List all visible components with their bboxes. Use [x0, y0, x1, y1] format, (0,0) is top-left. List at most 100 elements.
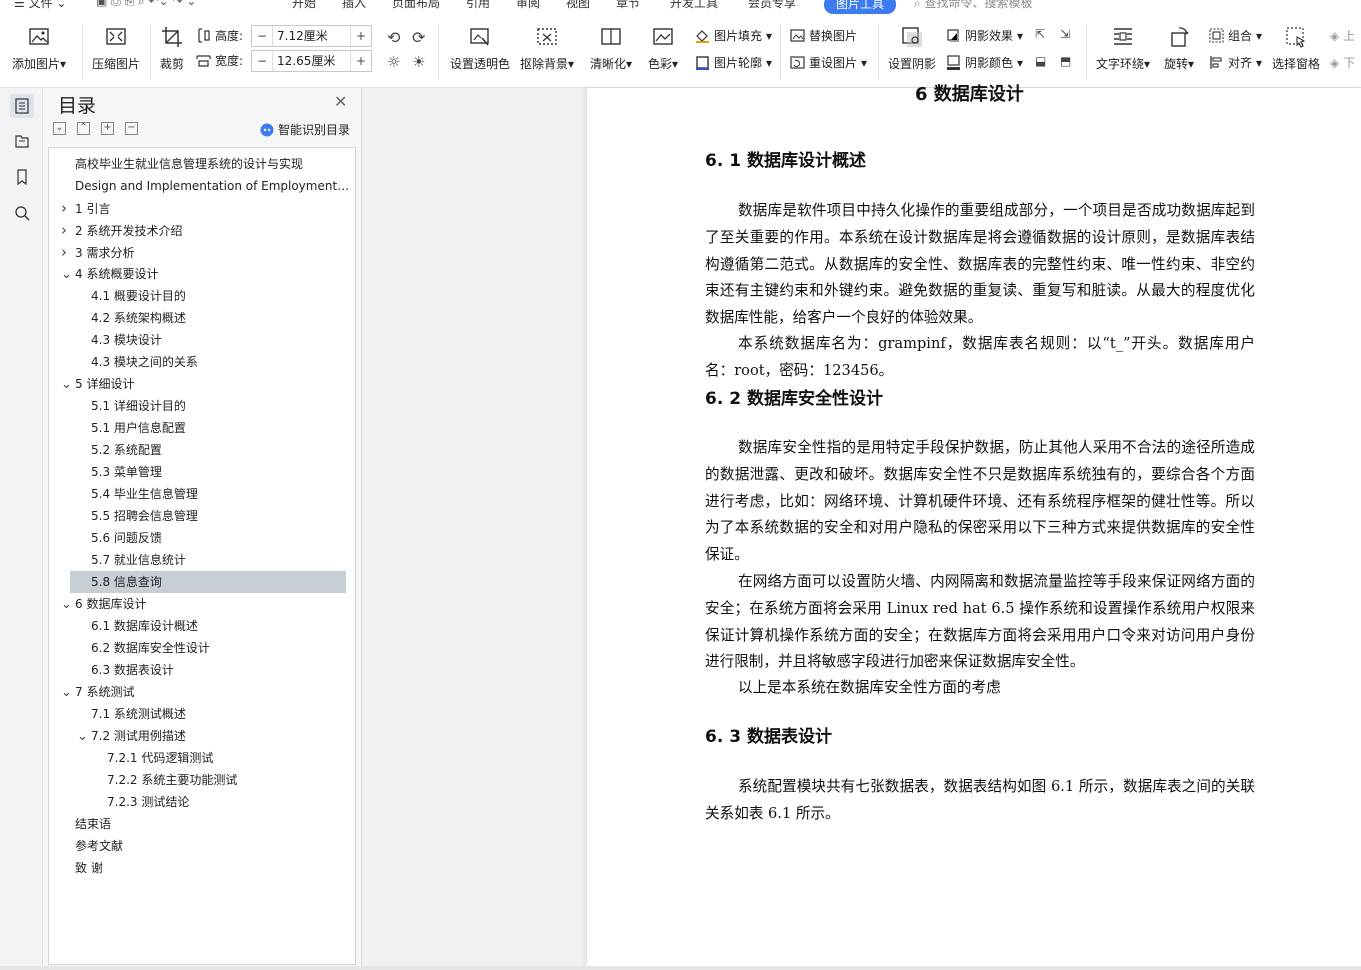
tab-references[interactable]: 引用 [466, 0, 490, 11]
toc-item[interactable]: 5.5 招聘会信息管理 [49, 505, 355, 527]
shadow-right-icon[interactable]: ⬒ [1060, 54, 1071, 68]
quick-access-icons[interactable]: ▣ ⎙ ⎘ ⌕ ↶⌄ ↷ ⌄ [96, 0, 196, 9]
toc-item[interactable]: 5.4 毕业生信息管理 [49, 483, 355, 505]
toc-item[interactable]: › 3 需求分析 [49, 241, 355, 263]
toc-item[interactable]: ⌄ 4 系统概要设计 [49, 263, 355, 285]
toc-item[interactable]: ⌄ 7.2 测试用例描述 [49, 725, 355, 747]
crop-button[interactable]: 裁剪 [160, 25, 184, 72]
selection-pane-button[interactable]: 选择窗格 [1272, 25, 1320, 72]
toc-item[interactable]: 5.1 详细设计目的 [49, 395, 355, 417]
shadow-left-icon[interactable]: ⬓ [1035, 54, 1046, 68]
tab-home[interactable]: 开始 [292, 0, 316, 11]
width-decrease-button[interactable]: − [252, 54, 272, 68]
height-decrease-button[interactable]: − [252, 29, 272, 43]
toc-item[interactable]: 5.7 就业信息统计 [49, 549, 355, 571]
chapter-nav-icon[interactable] [10, 129, 34, 153]
align-button[interactable]: 对齐 ▾ [1209, 54, 1262, 71]
chevron-down-icon[interactable]: ⌄ [61, 682, 75, 703]
group-button[interactable]: 组合 ▾ [1209, 27, 1262, 44]
rotate-button[interactable]: 旋转▾ [1164, 25, 1194, 72]
height-increase-button[interactable]: + [351, 29, 371, 43]
toc-item[interactable]: 5.6 问题反馈 [49, 527, 355, 549]
tab-chapter[interactable]: 章节 [616, 0, 640, 11]
width-value[interactable]: 12.65厘米 [272, 51, 351, 71]
reset-picture-button[interactable]: 重设图片 ▾ [790, 54, 867, 71]
rotate-left-icon[interactable]: ⟲ [387, 28, 400, 47]
bookmark-icon[interactable] [10, 165, 34, 189]
toc-item[interactable]: 6.3 数据表设计 [49, 659, 355, 681]
toc-item[interactable]: 高校毕业生就业信息管理系统的设计与实现 [49, 153, 355, 175]
tab-review[interactable]: 审阅 [516, 0, 540, 11]
chevron-right-icon[interactable]: › [61, 219, 75, 241]
toc-item[interactable]: 7.2.1 代码逻辑测试 [49, 747, 355, 769]
shadow-color-button[interactable]: 阴影颜色 ▾ [946, 54, 1023, 71]
search-icon[interactable] [10, 201, 34, 225]
toc-item[interactable]: ⌄ 7 系统测试 [49, 681, 355, 703]
tab-view[interactable]: 视图 [566, 0, 590, 11]
toc-item[interactable]: Design and Implementation of Employment… [49, 175, 355, 197]
toc-item[interactable]: ⌄ 5 详细设计 [49, 373, 355, 395]
width-increase-button[interactable]: + [351, 54, 371, 68]
set-transparent-button[interactable]: 设置透明色 [450, 25, 510, 72]
chevron-down-icon[interactable]: ⌄ [77, 726, 91, 747]
smart-toc-button[interactable]: 智能识别目录 [260, 121, 350, 138]
bring-forward-button[interactable]: ◈ 上 [1330, 27, 1355, 44]
picture-outline-button[interactable]: 图片轮廓 ▾ [695, 54, 772, 71]
shadow-up-icon[interactable]: ⇱ [1035, 27, 1045, 41]
toc-item[interactable]: 参考文献 [49, 835, 355, 857]
toc-item[interactable]: 5.3 菜单管理 [49, 461, 355, 483]
toc-item[interactable]: › 2 系统开发技术介绍 [49, 219, 355, 241]
tab-developer[interactable]: 开发工具 [670, 0, 718, 11]
toc-item[interactable]: 5.1 用户信息配置 [49, 417, 355, 439]
expand-up-icon[interactable]: ⌃ [77, 122, 90, 135]
close-icon[interactable]: ✕ [334, 92, 347, 111]
toc-item[interactable]: › 1 引言 [49, 197, 355, 219]
toc-item[interactable]: 4.2 系统架构概述 [49, 307, 355, 329]
sharpen-button[interactable]: 清晰化▾ [590, 25, 632, 72]
brightness-up-icon[interactable]: ☀ [412, 53, 425, 71]
picture-fill-button[interactable]: 图片填充 ▾ [695, 27, 772, 44]
tab-member[interactable]: 会员专享 [748, 0, 796, 11]
toc-item[interactable]: 4.3 模块设计 [49, 329, 355, 351]
shadow-down-icon[interactable]: ⇲ [1060, 27, 1070, 41]
toc-item[interactable]: 6.2 数据库安全性设计 [49, 637, 355, 659]
chevron-down-icon[interactable]: ⌄ [61, 374, 75, 395]
tab-insert[interactable]: 插入 [342, 0, 366, 11]
toc-item[interactable]: 5.2 系统配置 [49, 439, 355, 461]
shadow-effect-button[interactable]: 阴影效果 ▾ [946, 27, 1023, 44]
toc-item[interactable]: 7.1 系统测试概述 [49, 703, 355, 725]
toc-item[interactable]: 4.1 概要设计目的 [49, 285, 355, 307]
file-menu[interactable]: ☰ 文件 ⌄ [14, 0, 66, 11]
text-wrap-button[interactable]: 文字环绕▾ [1096, 25, 1150, 72]
width-input[interactable]: − 12.65厘米 + [251, 50, 372, 72]
toc-item[interactable]: 7.2.2 系统主要功能测试 [49, 769, 355, 791]
height-input[interactable]: − 7.12厘米 + [251, 25, 372, 47]
toc-item[interactable]: 7.2.3 测试结论 [49, 791, 355, 813]
toc-item[interactable]: 6.1 数据库设计概述 [49, 615, 355, 637]
set-shadow-button[interactable]: 设置阴影 [888, 25, 936, 72]
toc-item[interactable]: 5.8 信息查询 [70, 571, 346, 593]
chevron-right-icon[interactable]: › [61, 241, 75, 263]
tab-page-layout[interactable]: 页面布局 [392, 0, 440, 11]
chevron-down-icon[interactable]: ⌄ [61, 594, 75, 615]
chevron-right-icon[interactable]: › [61, 197, 75, 219]
command-search[interactable]: ⌕ 查找命令、搜索模板 [914, 0, 1033, 11]
toc-item[interactable]: 结束语 [49, 813, 355, 835]
toc-panel-icon[interactable] [10, 94, 34, 118]
toc-item[interactable]: ⌄ 6 数据库设计 [49, 593, 355, 615]
color-button[interactable]: 色彩▾ [648, 25, 678, 72]
tab-picture-tools[interactable]: 图片工具 [824, 0, 897, 14]
toc-item[interactable]: 致 谢 [49, 857, 355, 879]
replace-picture-button[interactable]: 替换图片 [790, 27, 857, 44]
remove-heading-icon[interactable]: − [125, 122, 138, 135]
chevron-down-icon[interactable]: ⌄ [61, 264, 75, 285]
compress-picture-button[interactable]: 压缩图片 [92, 25, 140, 72]
rotate-right-icon[interactable]: ⟳ [412, 28, 425, 47]
toc-item[interactable]: 4.3 模块之间的关系 [49, 351, 355, 373]
remove-background-button[interactable]: 抠除背景▾ [520, 25, 574, 72]
send-backward-button[interactable]: ◈ 下 [1330, 54, 1355, 71]
height-value[interactable]: 7.12厘米 [272, 26, 351, 46]
brightness-down-icon[interactable]: ☼ [387, 53, 400, 71]
add-picture-button[interactable]: 添加图片▾ [12, 25, 66, 72]
add-heading-icon[interactable]: + [101, 122, 114, 135]
